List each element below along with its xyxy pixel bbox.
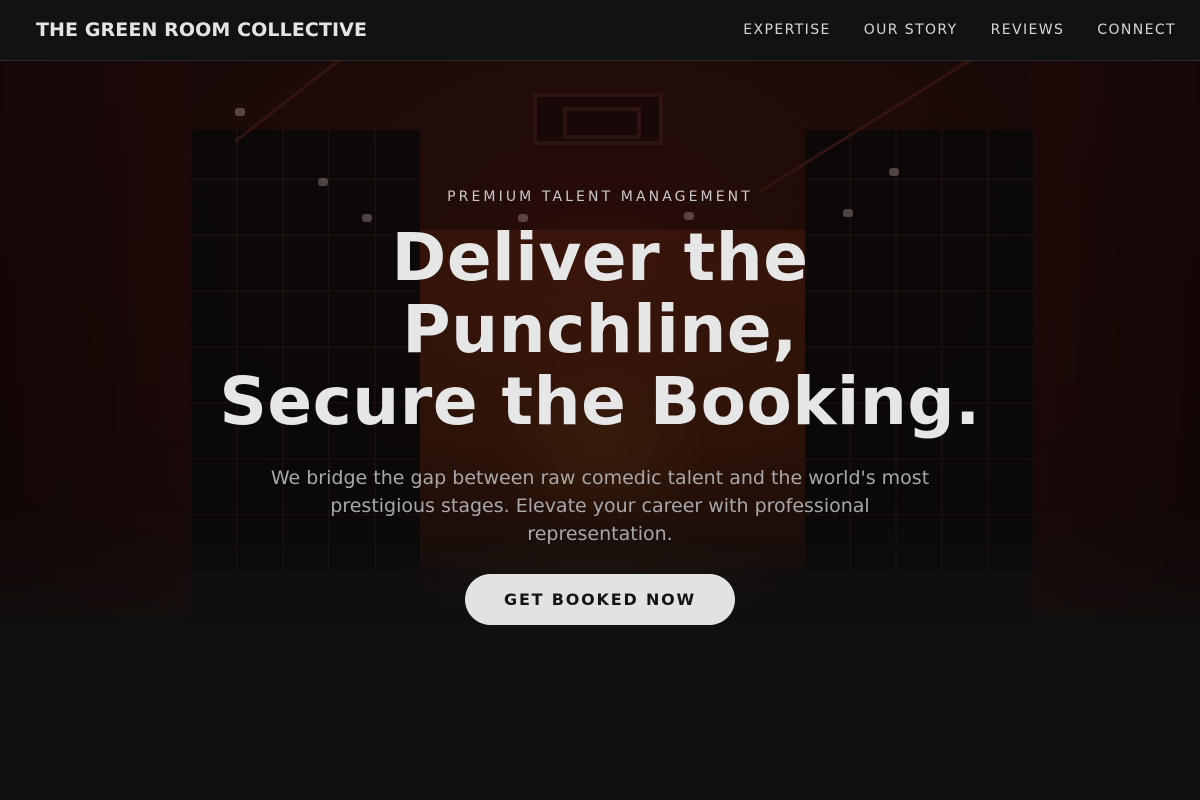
get-booked-button[interactable]: GET BOOKED NOW — [465, 574, 735, 625]
nav-link-reviews[interactable]: REVIEWS — [991, 22, 1065, 38]
brand-logo[interactable]: THE GREEN ROOM COLLECTIVE — [36, 19, 367, 41]
hero-headline-line: Deliver the — [391, 219, 809, 296]
site-header: THE GREEN ROOM COLLECTIVE EXPERTISE OUR … — [0, 0, 1200, 61]
hero-eyebrow: PREMIUM TALENT MANAGEMENT — [447, 189, 753, 205]
hero-headline: Deliver the Punchline, Secure the Bookin… — [150, 222, 1050, 438]
hero-headline-line: Punchline, — [402, 291, 798, 368]
hero-headline-line: Secure the Booking. — [219, 363, 981, 440]
nav-link-connect[interactable]: CONNECT — [1097, 22, 1176, 38]
nav-link-our-story[interactable]: OUR STORY — [864, 22, 958, 38]
hero-section: PREMIUM TALENT MANAGEMENT Deliver the Pu… — [0, 0, 1200, 800]
hero-subtext: We bridge the gap between raw comedic ta… — [270, 467, 930, 545]
nav-link-expertise[interactable]: EXPERTISE — [743, 22, 830, 38]
landing-page: THE GREEN ROOM COLLECTIVE EXPERTISE OUR … — [0, 0, 1200, 800]
main-nav: EXPERTISE OUR STORY REVIEWS CONNECT — [743, 22, 1176, 38]
